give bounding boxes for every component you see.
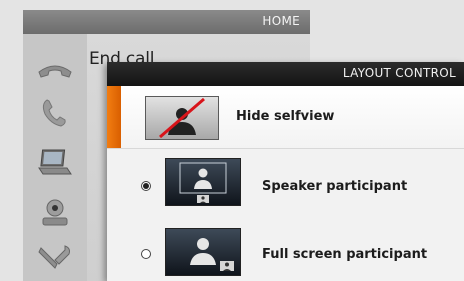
person-crossed-icon (159, 97, 205, 139)
camera-icon[interactable] (35, 196, 75, 230)
laptop-icon[interactable] (35, 146, 75, 180)
hide-selfview-label: Hide selfview (236, 109, 335, 124)
selection-indicator (107, 86, 121, 148)
full-screen-participant-thumbnail[interactable] (165, 228, 241, 276)
speaker-participant-label[interactable]: Speaker participant (262, 179, 407, 194)
home-header: HOME (23, 10, 310, 34)
full-screen-participant-radio[interactable] (141, 249, 151, 259)
phone-hangup-icon[interactable] (35, 52, 75, 86)
full-screen-layout-icon (190, 238, 234, 271)
layout-control-panel: LAYOUT CONTROL Hide selfview Speaker par… (107, 62, 464, 281)
speaker-participant-thumbnail[interactable] (165, 158, 241, 206)
hide-selfview-thumbnail (145, 96, 219, 140)
layout-control-title: LAYOUT CONTROL (342, 66, 456, 80)
hide-selfview-row[interactable]: Hide selfview (107, 86, 464, 149)
layout-control-header: LAYOUT CONTROL (107, 62, 464, 86)
phone-icon[interactable] (35, 96, 75, 130)
speaker-participant-radio[interactable] (141, 181, 151, 191)
wrench-icon[interactable] (35, 242, 75, 276)
full-screen-participant-label[interactable]: Full screen participant (262, 247, 427, 262)
home-title: HOME (262, 14, 300, 28)
home-icon-column (23, 34, 87, 281)
speaker-layout-icon (179, 162, 227, 203)
